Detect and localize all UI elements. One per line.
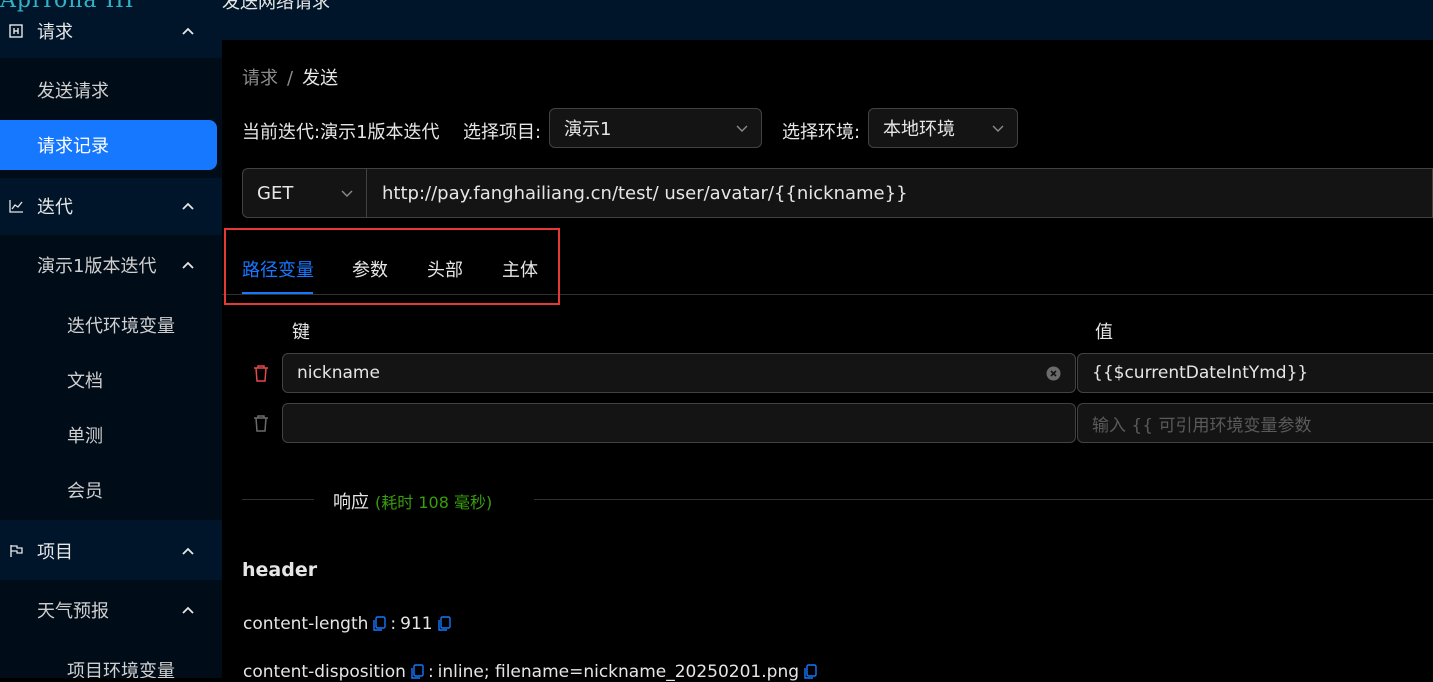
sidebar-item-iteration-demo[interactable]: 演示1版本迭代 — [0, 240, 222, 290]
breadcrumb: 请求 / 发送 — [242, 68, 339, 89]
sidebar-item-member[interactable]: 会员 — [0, 465, 222, 515]
response-header-row: content-disposition : inline; filename=n… — [243, 662, 821, 682]
menu-group-iteration[interactable]: 迭代 — [0, 178, 222, 233]
sidebar: ApiTona III 请求 发送请求 请求记录 迭代 演示1版本迭代 迭代环境… — [0, 0, 222, 678]
breadcrumb-current: 发送 — [302, 68, 339, 89]
env-select[interactable]: 本地环境 — [868, 108, 1018, 148]
page-header-title: 发送网络请求 — [222, 0, 330, 13]
sidebar-item-project-env-vars[interactable]: 项目环境变量 — [0, 645, 222, 678]
breadcrumb-parent[interactable]: 请求 — [242, 68, 278, 89]
delete-icon[interactable] — [252, 363, 270, 383]
sidebar-item-unit-test[interactable]: 单测 — [0, 410, 222, 460]
menu-group-request[interactable]: 请求 — [0, 3, 222, 58]
chevron-up-icon — [180, 23, 196, 39]
divider — [534, 499, 1433, 500]
response-title: 响应 (耗时 108 毫秒) — [333, 492, 493, 513]
sidebar-item-project-weather[interactable]: 天气预报 — [0, 585, 222, 635]
key-column-header: 键 — [292, 322, 310, 343]
chevron-up-icon — [180, 257, 196, 273]
path-var-value-input-empty[interactable]: 输入 {{ 可引用环境变量参数 — [1077, 403, 1433, 443]
line-chart-icon — [8, 198, 24, 214]
sidebar-item-request-history[interactable]: 请求记录 — [0, 120, 217, 170]
current-iteration-label: 当前迭代:演示1版本迭代 — [242, 122, 440, 143]
path-var-key-input-empty[interactable] — [282, 403, 1076, 443]
value-column-header: 值 — [1095, 322, 1113, 343]
chevron-down-icon — [340, 186, 354, 200]
flag-icon — [8, 543, 24, 559]
highlight-box — [224, 228, 560, 305]
chevron-down-icon — [735, 121, 749, 135]
project-select[interactable]: 演示1 — [549, 108, 762, 148]
menu-group-label: 请求 — [37, 21, 73, 43]
main-content: 请求 / 发送 当前迭代:演示1版本迭代 选择项目: 演示1 选择环境: 本地环境 … — [222, 40, 1433, 682]
menu-group-label: 项目 — [37, 541, 73, 563]
top-header: 发送网络请求 — [222, 0, 1433, 40]
delete-icon[interactable] — [252, 413, 270, 433]
method-select[interactable]: GET — [242, 168, 367, 218]
chevron-up-icon — [180, 198, 196, 214]
clear-icon[interactable] — [1046, 366, 1061, 381]
sidebar-item-iteration-env-vars[interactable]: 迭代环境变量 — [0, 300, 222, 350]
url-input[interactable]: http://pay.fanghailiang.cn/test/ user/av… — [367, 168, 1433, 218]
path-var-key-input[interactable]: nickname — [282, 353, 1076, 393]
menu-group-project[interactable]: 项目 — [0, 523, 222, 578]
sidebar-item-send-request[interactable]: 发送请求 — [0, 65, 222, 115]
current-iteration-value: 演示1版本迭代 — [320, 122, 440, 143]
copy-icon[interactable] — [437, 616, 451, 632]
divider — [242, 499, 314, 500]
project-select-label: 选择项目: — [463, 122, 542, 143]
chevron-up-icon — [180, 543, 196, 559]
request-icon — [8, 23, 24, 39]
sidebar-item-docs[interactable]: 文档 — [0, 355, 222, 405]
response-time: (耗时 108 毫秒) — [375, 493, 493, 512]
copy-icon[interactable] — [372, 616, 387, 632]
response-header-row: content-length : 911 — [243, 614, 455, 634]
menu-group-label: 迭代 — [37, 196, 73, 218]
path-var-value-input[interactable]: {{$currentDateIntYmd}} — [1077, 353, 1433, 393]
env-select-label: 选择环境: — [782, 122, 861, 143]
response-header-title: header — [242, 559, 318, 581]
chevron-down-icon — [991, 121, 1005, 135]
chevron-up-icon — [180, 602, 196, 618]
